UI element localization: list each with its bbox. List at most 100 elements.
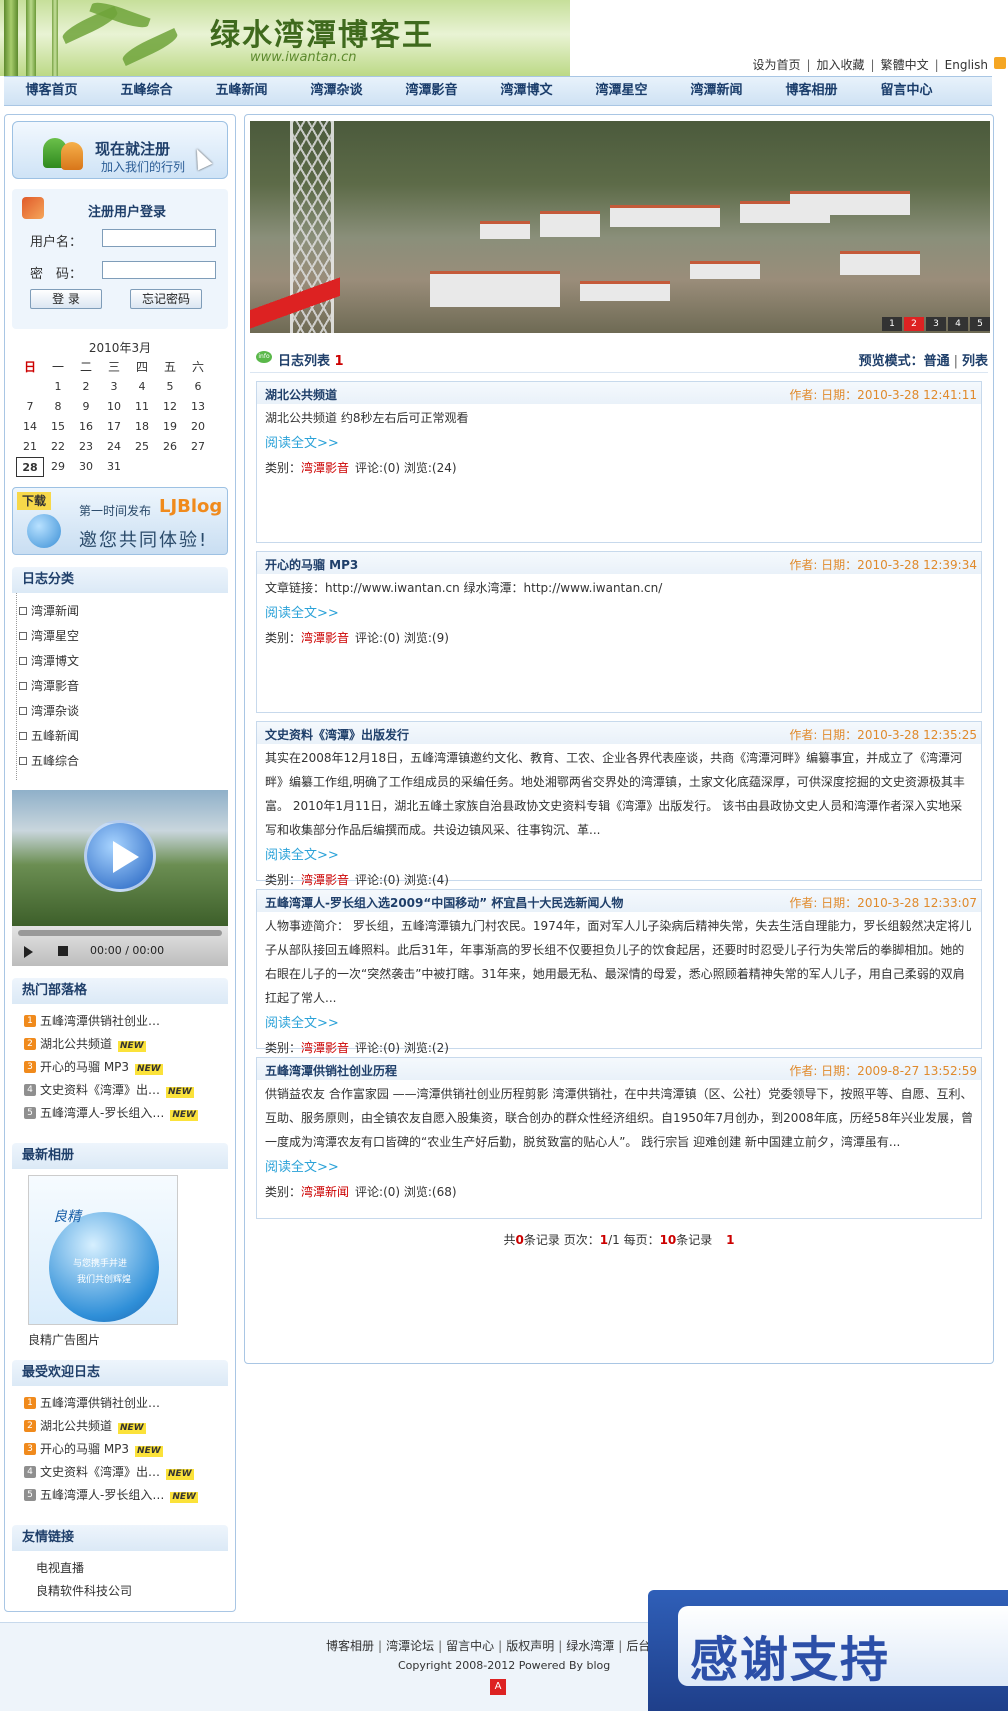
category-item[interactable]: 湾潭博文 (19, 649, 220, 674)
friend-link[interactable]: 良精软件科技公司 (20, 1580, 220, 1603)
ranked-list-item[interactable]: 2 湖北公共频道 NEW (20, 1033, 220, 1056)
calendar-day[interactable]: 1 (44, 377, 72, 397)
nav-blog-home[interactable]: 博客首页 (4, 77, 99, 105)
calendar-day[interactable]: 27 (184, 437, 212, 457)
calendar-day[interactable]: 23 (72, 437, 100, 457)
entry-category-link[interactable]: 湾潭影音 (301, 631, 349, 645)
nav-message-center[interactable]: 留言中心 (859, 77, 954, 105)
nav-wantan-media[interactable]: 湾潭影音 (384, 77, 479, 105)
calendar-day[interactable]: 22 (44, 437, 72, 457)
slide-number-button[interactable]: 3 (926, 317, 946, 331)
thanks-float[interactable]: 感谢支持 (648, 1590, 1008, 1711)
footer-link-message[interactable]: 留言中心 (446, 1639, 494, 1653)
login-button[interactable]: 登 录 (30, 289, 102, 309)
ranked-list-item[interactable]: 4 文史资料《湾潭》出… NEW (20, 1079, 220, 1102)
calendar-day[interactable]: 31 (100, 457, 128, 477)
friend-link[interactable]: 电视直播 (20, 1557, 220, 1580)
ranked-list-item[interactable]: 4 文史资料《湾潭》出… NEW (20, 1461, 220, 1484)
set-homepage-link[interactable]: 设为首页 (752, 58, 800, 72)
calendar-day[interactable]: 20 (184, 417, 212, 437)
entry-category-link[interactable]: 湾潭影音 (301, 461, 349, 475)
slideshow[interactable]: 12345 (250, 121, 990, 333)
slide-number-button[interactable]: 1 (882, 317, 902, 331)
traditional-chinese-link[interactable]: 繁體中文 (881, 58, 929, 72)
read-more-link[interactable]: 阅读全文>> (257, 432, 981, 456)
calendar-day[interactable]: 3 (100, 377, 128, 397)
footer-link-album[interactable]: 博客相册 (326, 1639, 374, 1653)
calendar-day[interactable]: 9 (72, 397, 100, 417)
calendar-day[interactable]: 18 (128, 417, 156, 437)
nav-wantan-essays[interactable]: 湾潭杂谈 (289, 77, 384, 105)
site-banner[interactable]: 绿水湾潭博客王 www.iwantan.cn (0, 0, 570, 76)
ranked-list-item[interactable]: 5 五峰湾潭人-罗长组入… NEW (20, 1102, 220, 1125)
category-item[interactable]: 五峰综合 (19, 749, 220, 774)
ranked-list-item[interactable]: 5 五峰湾潭人-罗长组入… NEW (20, 1484, 220, 1507)
forgot-password-button[interactable]: 忘记密码 (130, 289, 202, 309)
calendar-day[interactable]: 17 (100, 417, 128, 437)
calendar-day[interactable]: 4 (128, 377, 156, 397)
ranked-list-item[interactable]: 3 开心的马骝 MP3 NEW (20, 1438, 220, 1461)
calendar-day[interactable]: 6 (184, 377, 212, 397)
nav-wantan-articles[interactable]: 湾潭博文 (479, 77, 574, 105)
nav-wufeng-news[interactable]: 五峰新闻 (194, 77, 289, 105)
mode-normal-link[interactable]: 普通 (924, 354, 950, 369)
calendar-day[interactable]: 15 (44, 417, 72, 437)
play-button-icon[interactable] (24, 946, 33, 958)
register-banner[interactable]: 现在就注册 加入我们的行列 (12, 121, 228, 179)
slide-number-button[interactable]: 4 (948, 317, 968, 331)
read-more-link[interactable]: 阅读全文>> (257, 844, 981, 868)
footer-link-home[interactable]: 绿水湾潭 (566, 1639, 614, 1653)
entry-title[interactable]: 湖北公共频道 (265, 386, 337, 403)
calendar-day[interactable]: 30 (72, 457, 100, 477)
footer-link-admin[interactable]: 后台 (626, 1639, 650, 1653)
calendar-day[interactable]: 8 (44, 397, 72, 417)
ranked-list-item[interactable]: 3 开心的马骝 MP3 NEW (20, 1056, 220, 1079)
nav-wufeng-general[interactable]: 五峰综合 (99, 77, 194, 105)
ranked-list-item[interactable]: 1 五峰湾潭供销社创业… (20, 1392, 220, 1415)
nav-wantan-news[interactable]: 湾潭新闻 (669, 77, 764, 105)
entry-title[interactable]: 五峰湾潭供销社创业历程 (265, 1062, 397, 1079)
ranked-list-item[interactable]: 2 湖北公共频道 NEW (20, 1415, 220, 1438)
mode-list-link[interactable]: 列表 (962, 354, 988, 369)
seek-bar[interactable] (18, 930, 222, 936)
calendar-day[interactable]: 26 (156, 437, 184, 457)
category-item[interactable]: 五峰新闻 (19, 724, 220, 749)
english-link[interactable]: English (945, 58, 988, 72)
rss-icon[interactable] (994, 57, 1006, 69)
calendar-day[interactable]: 19 (156, 417, 184, 437)
album-caption[interactable]: 良精广告图片 (12, 1325, 228, 1348)
entry-title[interactable]: 文史资料《湾潭》出版发行 (265, 726, 409, 743)
slide-number-button[interactable]: 5 (970, 317, 990, 331)
category-item[interactable]: 湾潭影音 (19, 674, 220, 699)
add-favorite-link[interactable]: 加入收藏 (817, 58, 865, 72)
download-banner[interactable]: 下载 第一时间发布 LJBlog 邀您共同体验! (12, 487, 228, 555)
footer-logo-icon[interactable]: A (490, 1679, 506, 1695)
stop-button-icon[interactable] (58, 946, 68, 956)
calendar-day[interactable]: 13 (184, 397, 212, 417)
entry-title[interactable]: 五峰湾潭人-罗长组入选2009“中国移动” 杯宜昌十大民选新闻人物 (265, 894, 623, 911)
read-more-link[interactable]: 阅读全文>> (257, 1156, 981, 1180)
footer-link-copyright[interactable]: 版权声明 (506, 1639, 554, 1653)
category-item[interactable]: 湾潭星空 (19, 624, 220, 649)
nav-blog-album[interactable]: 博客相册 (764, 77, 859, 105)
calendar-day[interactable]: 2 (72, 377, 100, 397)
category-item[interactable]: 湾潭新闻 (19, 599, 220, 624)
calendar-day[interactable]: 25 (128, 437, 156, 457)
read-more-link[interactable]: 阅读全文>> (257, 1012, 981, 1036)
calendar-day[interactable]: 14 (16, 417, 44, 437)
slide-number-button[interactable]: 2 (904, 317, 924, 331)
entry-category-link[interactable]: 湾潭影音 (301, 873, 349, 887)
calendar-day[interactable]: 21 (16, 437, 44, 457)
play-icon[interactable] (84, 820, 156, 892)
calendar-day[interactable]: 7 (16, 397, 44, 417)
calendar-today[interactable]: 28 (16, 457, 44, 477)
username-input[interactable] (102, 229, 216, 247)
password-input[interactable] (102, 261, 216, 279)
calendar-day[interactable]: 24 (100, 437, 128, 457)
read-more-link[interactable]: 阅读全文>> (257, 602, 981, 626)
entry-title[interactable]: 开心的马骝 MP3 (265, 556, 358, 573)
page-link[interactable]: 1 (726, 1233, 734, 1247)
calendar-day[interactable]: 5 (156, 377, 184, 397)
footer-link-forum[interactable]: 湾潭论坛 (386, 1639, 434, 1653)
calendar-day[interactable]: 12 (156, 397, 184, 417)
